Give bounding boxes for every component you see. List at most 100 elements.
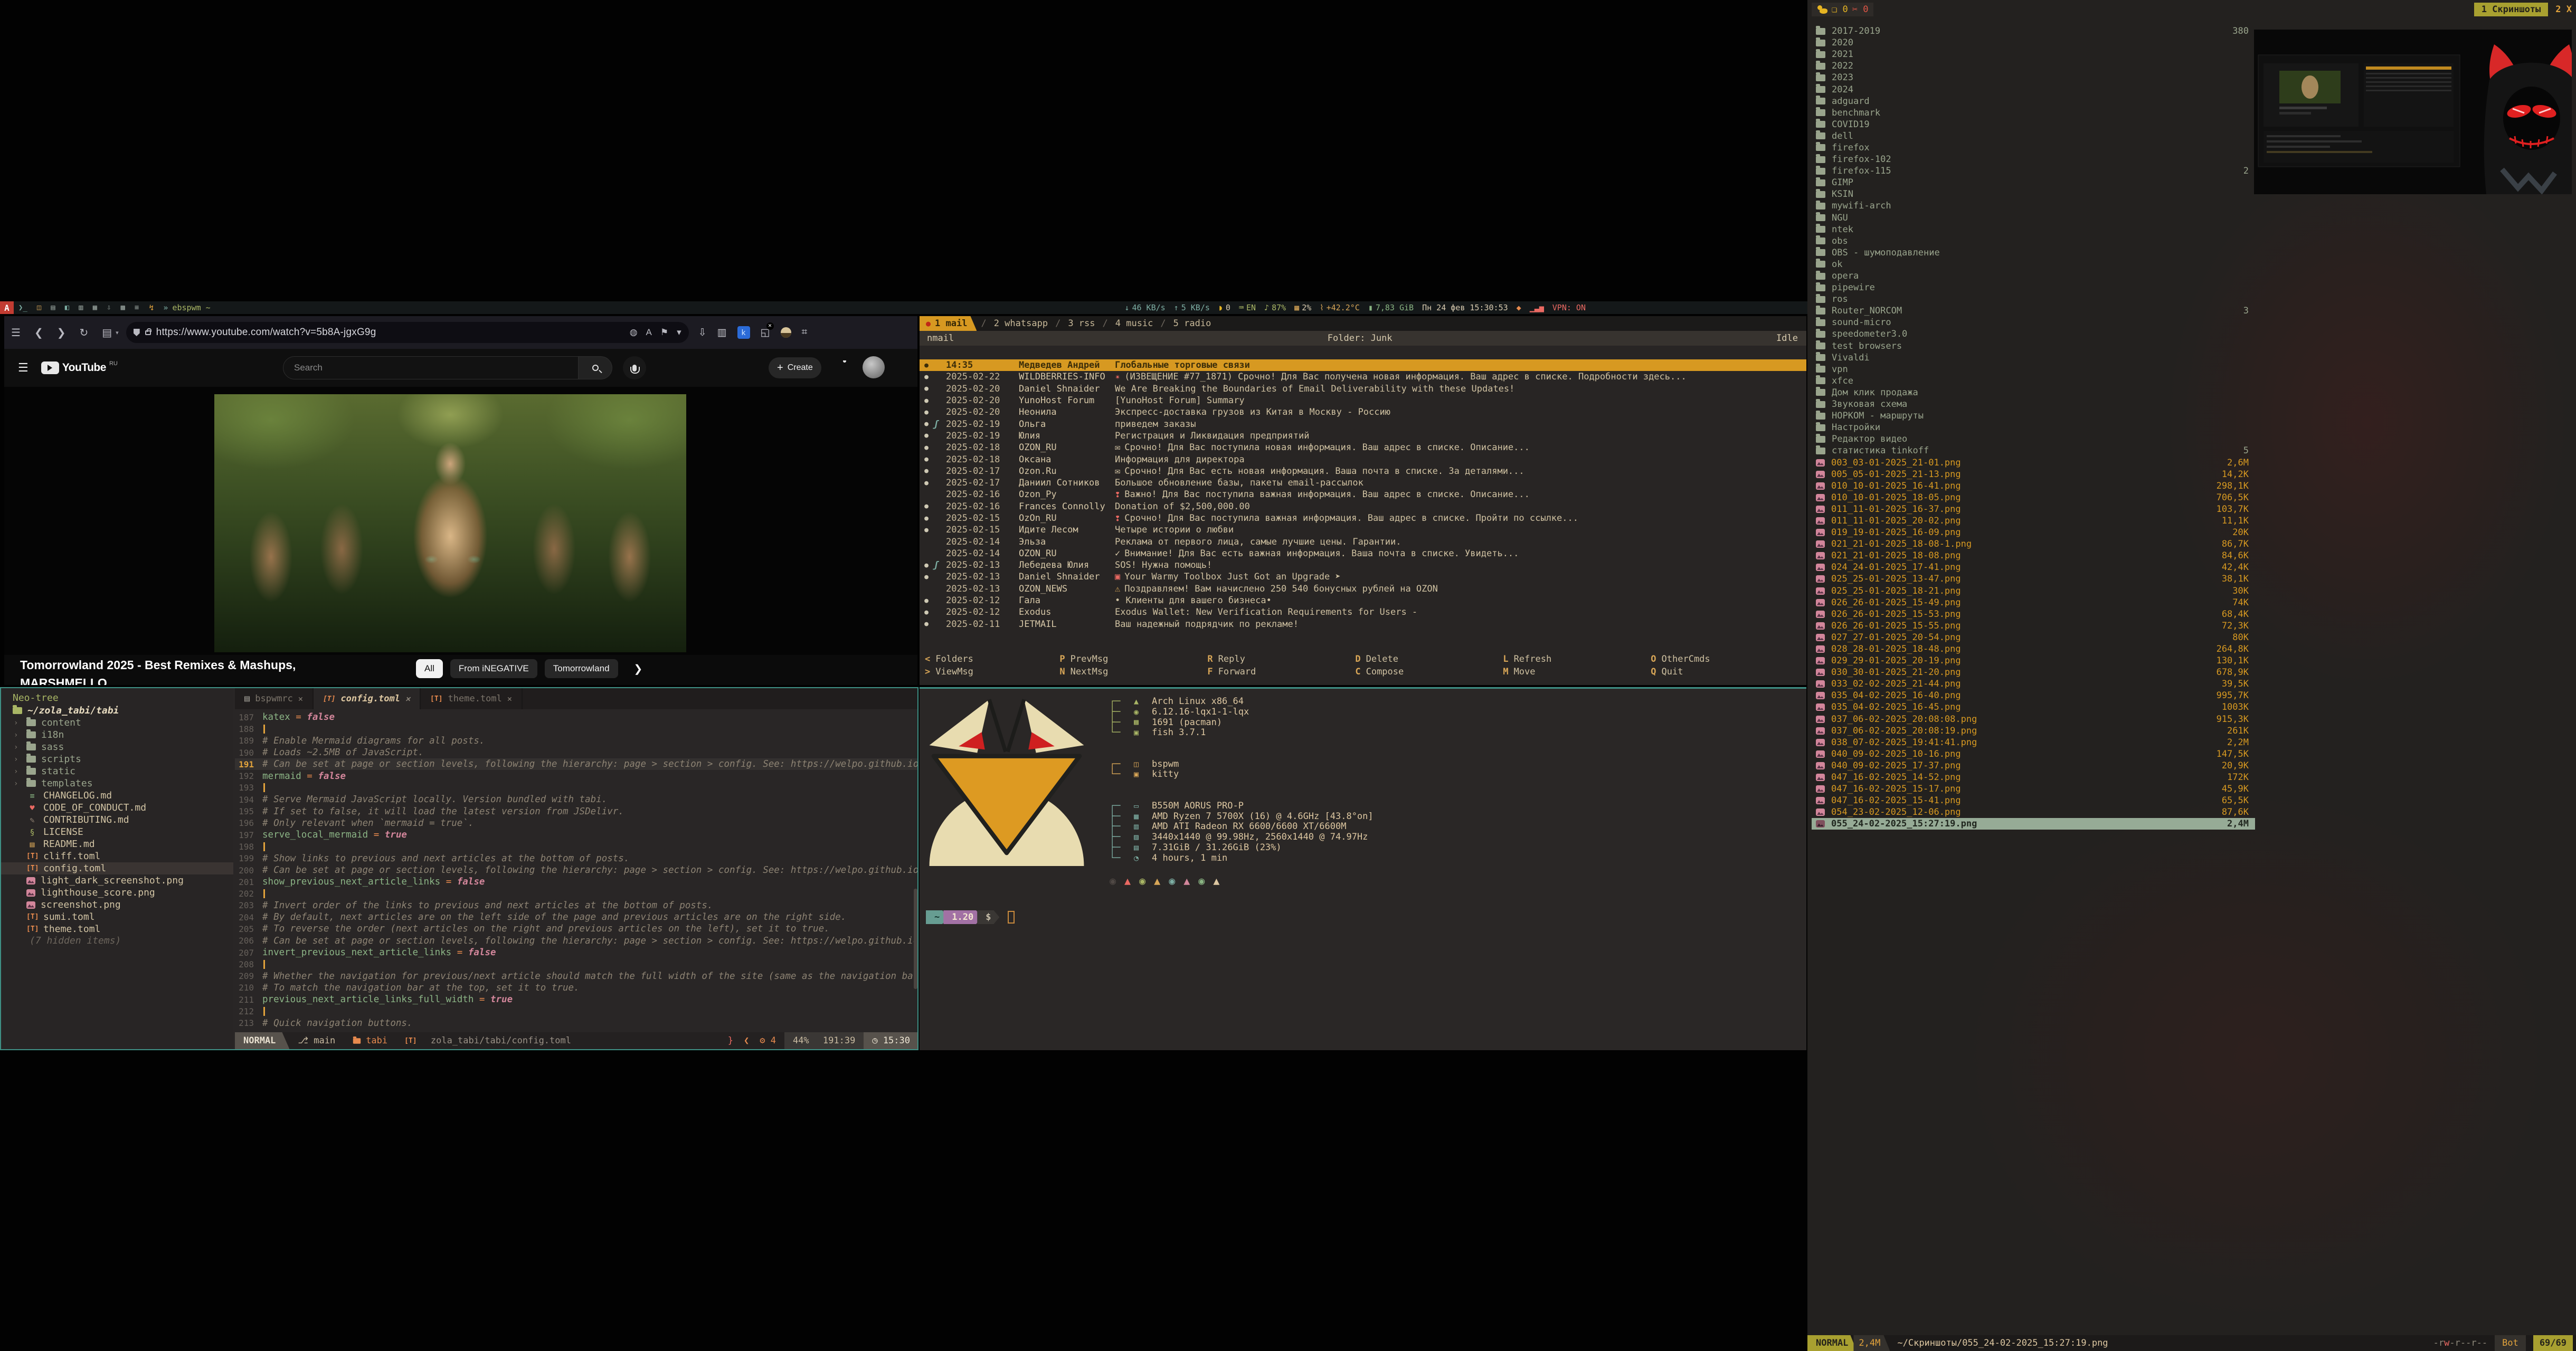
- tab-mail[interactable]: ● 1 mail: [920, 316, 977, 331]
- tab-music[interactable]: 4 music: [1112, 316, 1157, 331]
- file-row[interactable]: 040_09-02-2025_17-37.png20,9K: [1812, 760, 2255, 772]
- mail-row[interactable]: ●14:35Медведев АндрейГлобальные торговые…: [920, 359, 1806, 371]
- back-icon[interactable]: ❮: [34, 326, 43, 339]
- code-line[interactable]: 203# Invert order of the links to previo…: [235, 900, 918, 911]
- file-row[interactable]: 047_16-02-2025_15-17.png45,9K: [1812, 783, 2255, 795]
- tree-file-CONTRIBUTING.md[interactable]: ✎CONTRIBUTING.md: [1, 814, 233, 826]
- file-row[interactable]: 026_26-01-2025_15-53.png68,4K: [1812, 608, 2255, 620]
- shortcut-compose[interactable]: CCompose: [1355, 667, 1503, 679]
- shell-prompt[interactable]: ~ 1.20 $: [926, 910, 1015, 924]
- tab-rss[interactable]: 3 rss: [1065, 316, 1098, 331]
- file-row[interactable]: 037_06-02-2025_20:08:08.png915,3K: [1812, 713, 2255, 725]
- search-input[interactable]: Search: [283, 356, 579, 379]
- tree-dir-templates[interactable]: ›templates: [1, 777, 233, 789]
- workspace-icon[interactable]: ⇩: [107, 303, 111, 312]
- folder-row[interactable]: mywifi-arch: [1812, 200, 2255, 212]
- code-line[interactable]: 207invert_previous_next_article_links = …: [235, 947, 918, 958]
- code-line[interactable]: 210# To match the navigation bar at the …: [235, 982, 918, 994]
- code-line[interactable]: 188: [235, 723, 918, 735]
- mail-row[interactable]: 2025-02-16Ozon_Py❢Важно! Для Вас поступи…: [920, 489, 1806, 500]
- folder-row[interactable]: KSIN: [1812, 188, 2255, 200]
- create-button[interactable]: + Create: [769, 357, 821, 378]
- workspace-icon[interactable]: ◫: [37, 303, 41, 312]
- tree-file-CHANGELOG.md[interactable]: ≡CHANGELOG.md: [1, 789, 233, 802]
- shortcut-refresh[interactable]: LRefresh: [1503, 654, 1651, 667]
- code-line[interactable]: 195# If set to false, it will load the l…: [235, 805, 918, 817]
- mail-row[interactable]: 2025-02-13OZON_NEWS⚠Поздравляем! Вам нач…: [920, 583, 1806, 595]
- workspace-icon[interactable]: ▥: [79, 303, 83, 312]
- folder-row[interactable]: Редактор видео: [1812, 433, 2255, 445]
- mail-row[interactable]: ●ʃ2025-02-19Ольгаприведем заказы: [920, 418, 1806, 430]
- file-row[interactable]: 025_25-01-2025_18-21.png30K: [1812, 585, 2255, 597]
- folder-row[interactable]: Звуковая схема: [1812, 398, 2255, 410]
- file-row[interactable]: 029_29-01-2025_20-19.png130,1K: [1812, 655, 2255, 667]
- mail-row[interactable]: ●2025-02-17Ozon.Ru✉Срочно! Для Вас есть …: [920, 465, 1806, 477]
- tree-file-screenshot.png[interactable]: screenshot.png: [1, 899, 233, 911]
- folder-row[interactable]: ntek: [1812, 224, 2255, 235]
- folder-row[interactable]: 2023: [1812, 72, 2255, 83]
- url-text[interactable]: https://www.youtube.com/watch?v=5b8A-jgx…: [156, 327, 376, 338]
- mail-row[interactable]: ●2025-02-20YunoHost Forum[YunoHost Forum…: [920, 395, 1806, 406]
- reload-icon[interactable]: ↻: [79, 326, 88, 339]
- video-player[interactable]: [214, 394, 686, 652]
- workspace-icon[interactable]: ◧: [65, 303, 69, 312]
- tree-file-cliff.toml[interactable]: [T]cliff.toml: [1, 850, 233, 862]
- code-line[interactable]: 198: [235, 841, 918, 852]
- folder-row[interactable]: 2024: [1812, 83, 2255, 95]
- url-bar[interactable]: https://www.youtube.com/watch?v=5b8A-jgx…: [126, 322, 689, 343]
- rss-icon[interactable]: ◍: [630, 327, 638, 338]
- mic-button[interactable]: [623, 356, 646, 379]
- folder-row[interactable]: 2022: [1812, 60, 2255, 72]
- tree-file-CODE_OF_CONDUCT.md[interactable]: ♥CODE_OF_CONDUCT.md: [1, 802, 233, 814]
- tab-theme.toml[interactable]: [T]theme.toml✕: [421, 688, 523, 709]
- container-icon[interactable]: [781, 327, 791, 338]
- folder-row[interactable]: test browsers: [1812, 340, 2255, 352]
- folder-row[interactable]: adguard: [1812, 96, 2255, 107]
- code-line[interactable]: 187katex = false: [235, 711, 918, 723]
- mail-row[interactable]: ●2025-02-13Daniel Shnaider▣Your Warmy To…: [920, 571, 1806, 583]
- code-line[interactable]: 189# Enable Mermaid diagrams for all pos…: [235, 735, 918, 747]
- tree-file-sumi.toml[interactable]: [T]sumi.toml: [1, 911, 233, 923]
- translate-icon[interactable]: A: [646, 327, 652, 338]
- library-icon[interactable]: ▥: [717, 327, 727, 339]
- code-line[interactable]: 209# Whether the navigation for previous…: [235, 971, 918, 982]
- file-row[interactable]: 019_19-01-2025_16-09.png20K: [1812, 527, 2255, 538]
- file-row[interactable]: 024_24-01-2025_17-41.png42,4K: [1812, 562, 2255, 573]
- filter-chip[interactable]: All: [416, 659, 443, 678]
- folder-row[interactable]: opera: [1812, 270, 2255, 282]
- folder-row[interactable]: статистика tinkoff5: [1812, 445, 2255, 456]
- shield-icon[interactable]: [134, 329, 140, 336]
- folder-row[interactable]: ros: [1812, 293, 2255, 305]
- mail-row[interactable]: ●2025-02-11JETMAILВаш надежный подрядчик…: [920, 619, 1806, 630]
- mail-row[interactable]: ●2025-02-18OZON_RU✉Срочно! Для Вас посту…: [920, 442, 1806, 453]
- code-line[interactable]: 200# Can be set at page or section level…: [235, 864, 918, 876]
- mail-row[interactable]: 2025-02-14ЭльзаРеклама от первого лица, …: [920, 536, 1806, 547]
- folder-row[interactable]: vpn: [1812, 364, 2255, 375]
- workspace-icon[interactable]: ▩: [120, 303, 125, 312]
- file-row[interactable]: 011_11-01-2025_20-02.png11,1K: [1812, 515, 2255, 527]
- tree-file-light_dark_screenshot.png[interactable]: light_dark_screenshot.png: [1, 874, 233, 887]
- mail-row[interactable]: ●2025-02-20Daniel ShnaiderWe Are Breakin…: [920, 383, 1806, 395]
- chevron-down-icon[interactable]: ▾: [116, 329, 119, 336]
- mail-row[interactable]: ●2025-02-15OzOn_RU❢Срочно! Для Вас посту…: [920, 512, 1806, 524]
- workspace-icon[interactable]: ▦: [93, 303, 97, 312]
- tree-file-theme.toml[interactable]: [T]theme.toml: [1, 923, 233, 935]
- tree-dir-scripts[interactable]: ›scripts: [1, 753, 233, 765]
- file-row[interactable]: 011_11-01-2025_16-37.png103,7K: [1812, 503, 2255, 515]
- tree-file-LICENSE[interactable]: §LICENSE: [1, 826, 233, 838]
- file-row[interactable]: 038_07-02-2025_19:41:41.png2,2M: [1812, 737, 2255, 748]
- folder-row[interactable]: Router_NORCOM3: [1812, 305, 2255, 317]
- bookmark-caret[interactable]: ▾: [677, 327, 681, 338]
- mail-row[interactable]: ●2025-02-16Frances ConnollyDonation of $…: [920, 501, 1806, 512]
- code-line[interactable]: 191# Can be set at page or section level…: [235, 758, 918, 770]
- code-line[interactable]: 212: [235, 1005, 918, 1017]
- file-row[interactable]: 010_10-01-2025_16-41.png298,1K: [1812, 480, 2255, 492]
- folder-row[interactable]: Vivaldi: [1812, 352, 2255, 364]
- shortcut-nextmsg[interactable]: NNextMsg: [1059, 667, 1207, 679]
- file-row[interactable]: 040_09-02-2025_10-16.png147,5K: [1812, 748, 2255, 760]
- folder-row[interactable]: НОРКОМ - маршруты: [1812, 410, 2255, 422]
- folder-row[interactable]: obs: [1812, 235, 2255, 247]
- shortcut-forward[interactable]: FForward: [1207, 667, 1355, 679]
- folder-row[interactable]: benchmark: [1812, 107, 2255, 119]
- tree-file-README.md[interactable]: ▤README.md: [1, 838, 233, 850]
